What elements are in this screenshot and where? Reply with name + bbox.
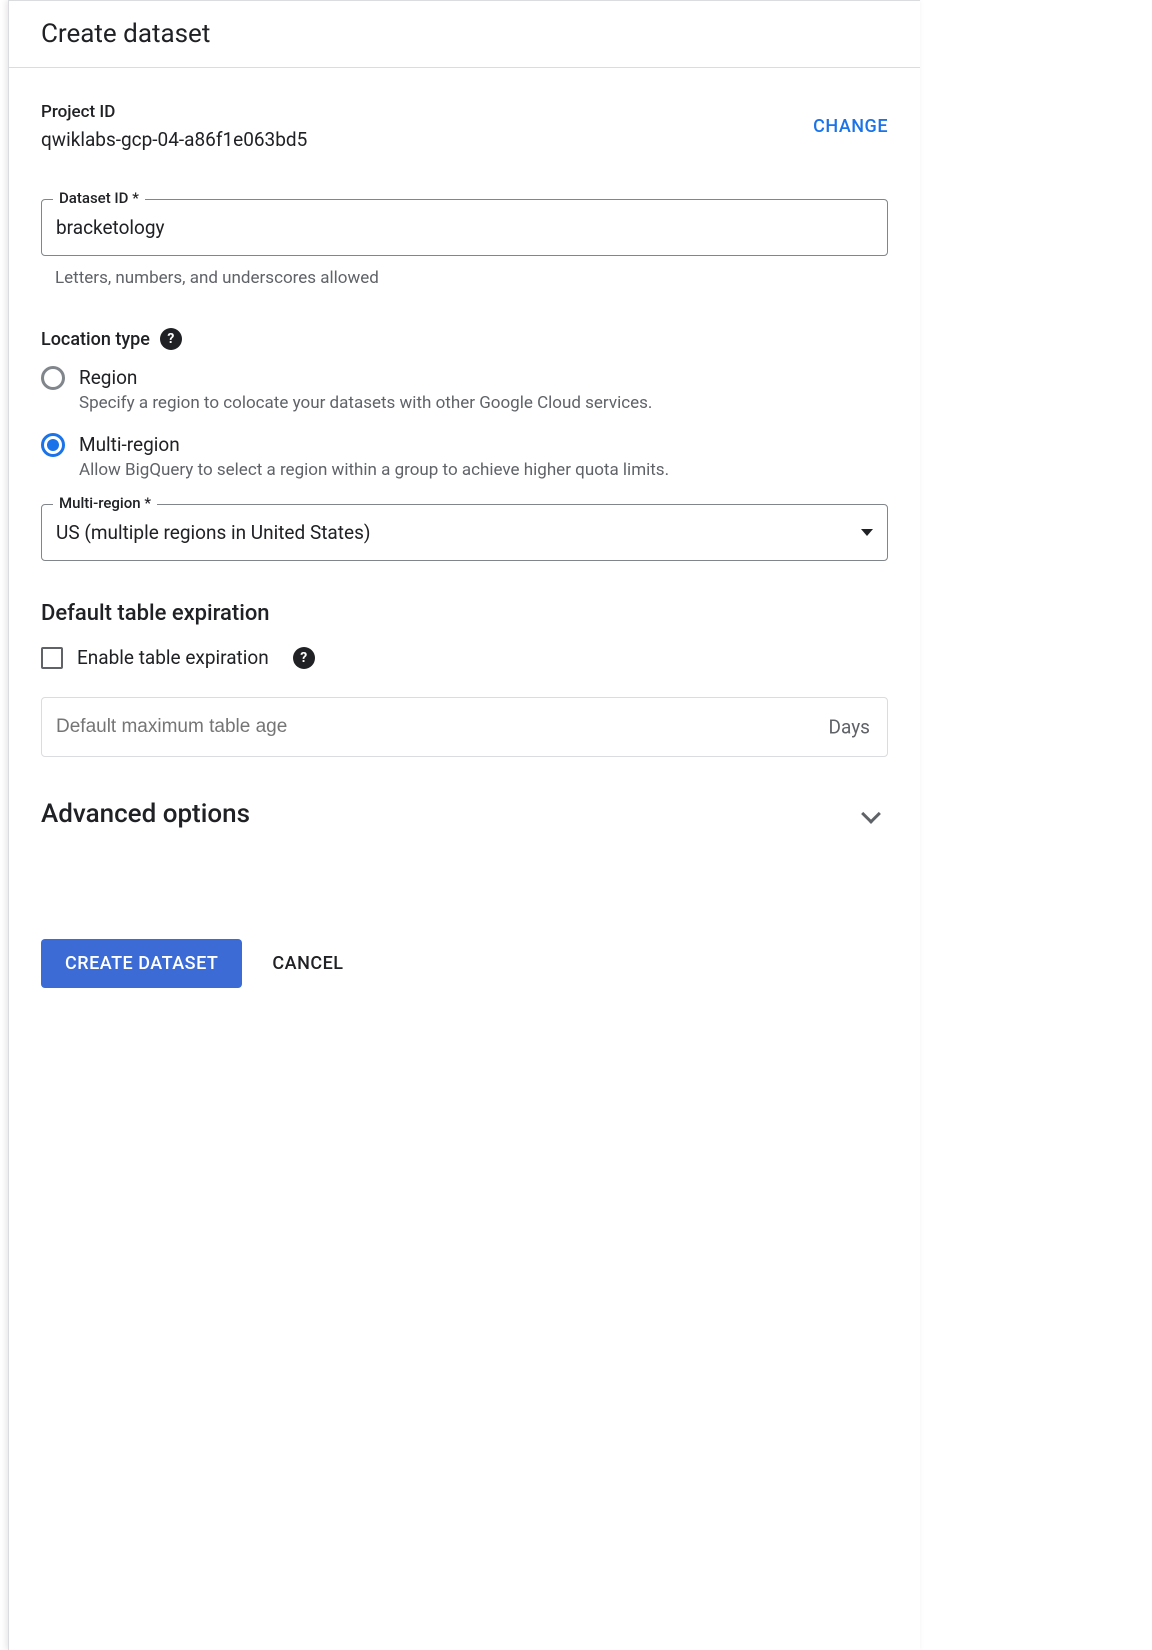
chevron-down-icon xyxy=(861,804,881,824)
multi-region-field: Multi-region * US (multiple regions in U… xyxy=(41,504,888,561)
panel-title: Create dataset xyxy=(41,19,888,49)
max-table-age-field: Days xyxy=(41,697,888,757)
enable-expiration-label: Enable table expiration xyxy=(77,646,269,669)
dataset-id-field: Dataset ID * xyxy=(41,199,888,256)
radio-region-desc: Specify a region to colocate your datase… xyxy=(79,393,888,413)
radio-multi-region-text: Multi-region Allow BigQuery to select a … xyxy=(79,433,888,480)
radio-inner-dot xyxy=(47,439,59,451)
dataset-id-label: Dataset ID * xyxy=(53,189,145,207)
radio-multi-region[interactable]: Multi-region Allow BigQuery to select a … xyxy=(41,433,888,480)
radio-multi-region-title: Multi-region xyxy=(79,433,888,456)
max-table-age-input xyxy=(41,697,888,757)
dataset-id-helper: Letters, numbers, and underscores allowe… xyxy=(55,268,888,288)
radio-multi-region-control[interactable] xyxy=(41,433,65,457)
help-icon[interactable]: ? xyxy=(293,647,315,669)
create-dataset-button[interactable]: CREATE DATASET xyxy=(41,939,242,988)
project-block: Project ID qwiklabs-gcp-04-a86f1e063bd5 xyxy=(41,102,307,151)
location-type-text: Location type xyxy=(41,329,150,350)
action-buttons: CREATE DATASET CANCEL xyxy=(41,939,888,988)
dataset-id-input[interactable] xyxy=(41,199,888,256)
cancel-button[interactable]: CANCEL xyxy=(272,939,343,988)
change-project-link[interactable]: CHANGE xyxy=(813,116,888,137)
radio-multi-region-desc: Allow BigQuery to select a region within… xyxy=(79,460,888,480)
enable-expiration-row: Enable table expiration ? xyxy=(41,646,888,669)
help-icon[interactable]: ? xyxy=(160,328,182,350)
radio-region-title: Region xyxy=(79,366,888,389)
project-row: Project ID qwiklabs-gcp-04-a86f1e063bd5 … xyxy=(41,102,888,151)
radio-region-control[interactable] xyxy=(41,366,65,390)
project-id-label: Project ID xyxy=(41,102,307,122)
location-type-radios: Region Specify a region to colocate your… xyxy=(41,366,888,480)
enable-expiration-checkbox[interactable] xyxy=(41,647,63,669)
advanced-options-toggle[interactable]: Advanced options xyxy=(41,799,888,829)
location-type-label: Location type ? xyxy=(41,328,888,350)
panel-header: Create dataset xyxy=(9,1,920,68)
multi-region-select[interactable]: US (multiple regions in United States) xyxy=(41,504,888,561)
caret-down-icon xyxy=(861,529,873,536)
project-id-value: qwiklabs-gcp-04-a86f1e063bd5 xyxy=(41,128,307,151)
days-suffix: Days xyxy=(829,716,870,739)
default-table-expiration-heading: Default table expiration xyxy=(41,601,888,626)
panel-body: Project ID qwiklabs-gcp-04-a86f1e063bd5 … xyxy=(9,68,920,1020)
multi-region-label: Multi-region * xyxy=(53,494,157,512)
multi-region-value: US (multiple regions in United States) xyxy=(56,521,370,544)
radio-region[interactable]: Region Specify a region to colocate your… xyxy=(41,366,888,413)
radio-region-text: Region Specify a region to colocate your… xyxy=(79,366,888,413)
advanced-options-title: Advanced options xyxy=(41,799,250,829)
create-dataset-panel: Create dataset Project ID qwiklabs-gcp-0… xyxy=(8,0,920,1650)
